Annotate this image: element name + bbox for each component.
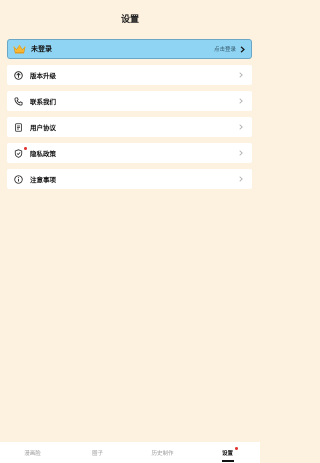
chevron-right-icon — [239, 176, 243, 182]
login-label: 未登录 — [31, 45, 52, 53]
tab-label: 历史制作 — [151, 451, 174, 457]
crown-icon — [13, 44, 26, 54]
tab-label: 圈子 — [91, 451, 103, 457]
menu-item-privacy[interactable]: 隐私政策 — [7, 143, 252, 163]
info-icon — [14, 174, 23, 184]
upgrade-icon — [14, 70, 23, 80]
tab-circle[interactable]: 圈子 — [65, 442, 130, 463]
login-card[interactable]: 未登录 点击登录 — [7, 39, 252, 59]
chevron-right-icon — [239, 98, 243, 104]
chevron-right-icon — [239, 124, 243, 130]
bottom-tab-bar: 漫画脸 圈子 历史制作 设置 — [0, 442, 260, 463]
chevron-right-icon — [239, 72, 243, 78]
menu-item-upgrade[interactable]: 版本升级 — [7, 65, 252, 85]
menu-item-label: 用户协议 — [30, 124, 56, 132]
menu-item-label: 隐私政策 — [30, 150, 56, 158]
tab-label: 设置 — [221, 451, 233, 457]
phone-icon — [14, 96, 23, 106]
menu-item-label: 版本升级 — [30, 72, 56, 80]
document-icon — [15, 122, 22, 132]
page-title: 设置 — [120, 15, 139, 25]
tab-cartoon-face[interactable]: 漫画脸 — [0, 442, 65, 463]
login-hint: 点击登录 — [213, 47, 236, 53]
tab-settings[interactable]: 设置 — [195, 442, 260, 463]
tab-history[interactable]: 历史制作 — [130, 442, 195, 463]
menu-item-label: 联系我们 — [30, 98, 56, 106]
active-tab-indicator — [221, 460, 234, 462]
shield-icon — [14, 148, 23, 158]
menu-item-label: 注意事项 — [30, 176, 56, 184]
chevron-right-icon — [239, 150, 243, 156]
menu-item-contact[interactable]: 联系我们 — [7, 91, 252, 111]
tab-label: 漫画脸 — [24, 451, 41, 457]
notification-dot — [24, 147, 27, 150]
menu-item-notes[interactable]: 注意事项 — [7, 169, 252, 189]
chevron-right-icon — [240, 45, 245, 53]
notification-dot — [234, 447, 238, 450]
menu-item-user-agreement[interactable]: 用户协议 — [7, 117, 252, 137]
